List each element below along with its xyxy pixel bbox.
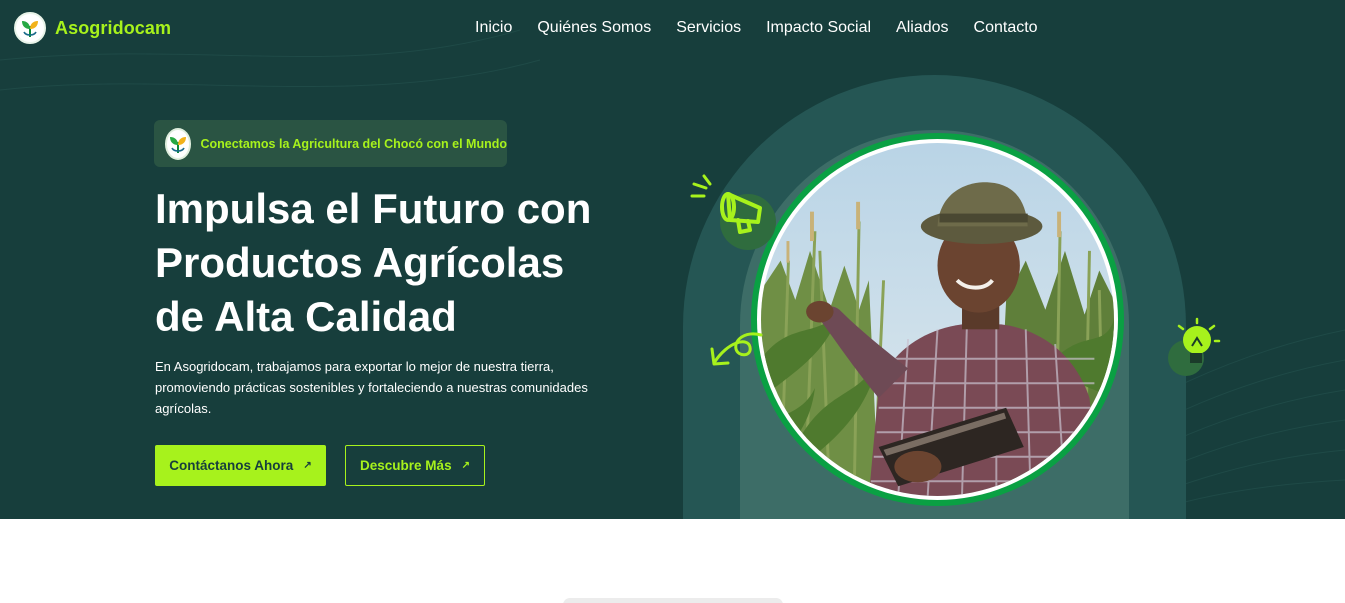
nav-item-impacto-social[interactable]: Impacto Social — [766, 19, 871, 37]
nav-item-aliados[interactable]: Aliados — [896, 19, 948, 37]
brand-name: Asogridocam — [55, 17, 172, 38]
section-header-placeholder — [563, 598, 783, 603]
badge-text: Conectamos la Agricultura del Chocó con … — [200, 136, 507, 151]
megaphone-icon — [690, 174, 776, 250]
contact-now-label: Contáctanos Ahora — [169, 458, 294, 473]
nav-item-servicios[interactable]: Servicios — [676, 19, 741, 37]
hero-photo-frame — [751, 133, 1124, 506]
nav-item-quienes-somos[interactable]: Quiénes Somos — [537, 19, 651, 37]
leaf-sprout-icon — [165, 127, 192, 160]
curved-arrow-icon — [710, 332, 763, 366]
headline-line: Productos Agrícolas — [155, 239, 565, 286]
contact-now-button[interactable]: Contáctanos Ahora ↗ — [155, 445, 326, 486]
headline-line: de Alta Calidad — [155, 293, 457, 340]
tagline-badge: Conectamos la Agricultura del Chocó con … — [154, 120, 507, 167]
leaf-sprout-icon — [14, 12, 46, 44]
discover-more-label: Descubre Más — [360, 458, 452, 473]
hero-headline: Impulsa el Futuro con Productos Agrícola… — [155, 182, 625, 344]
headline-line: Impulsa el Futuro con — [155, 185, 592, 232]
nav-item-contacto[interactable]: Contacto — [974, 19, 1038, 37]
farmer-photo — [757, 139, 1118, 500]
main-navigation: Inicio Quiénes Somos Servicios Impacto S… — [475, 19, 1063, 37]
nav-item-inicio[interactable]: Inicio — [475, 19, 512, 37]
brand-logo[interactable]: Asogridocam — [14, 12, 171, 44]
lightbulb-icon — [1168, 317, 1221, 376]
arrow-up-right-icon: ↗ — [461, 460, 470, 471]
discover-more-button[interactable]: Descubre Más ↗ — [345, 445, 485, 486]
arrow-up-right-icon: ↗ — [303, 460, 312, 471]
hero-section: Asogridocam Inicio Quiénes Somos Servici… — [0, 0, 1345, 519]
hero-description: En Asogridocam, trabajamos para exportar… — [155, 359, 588, 416]
